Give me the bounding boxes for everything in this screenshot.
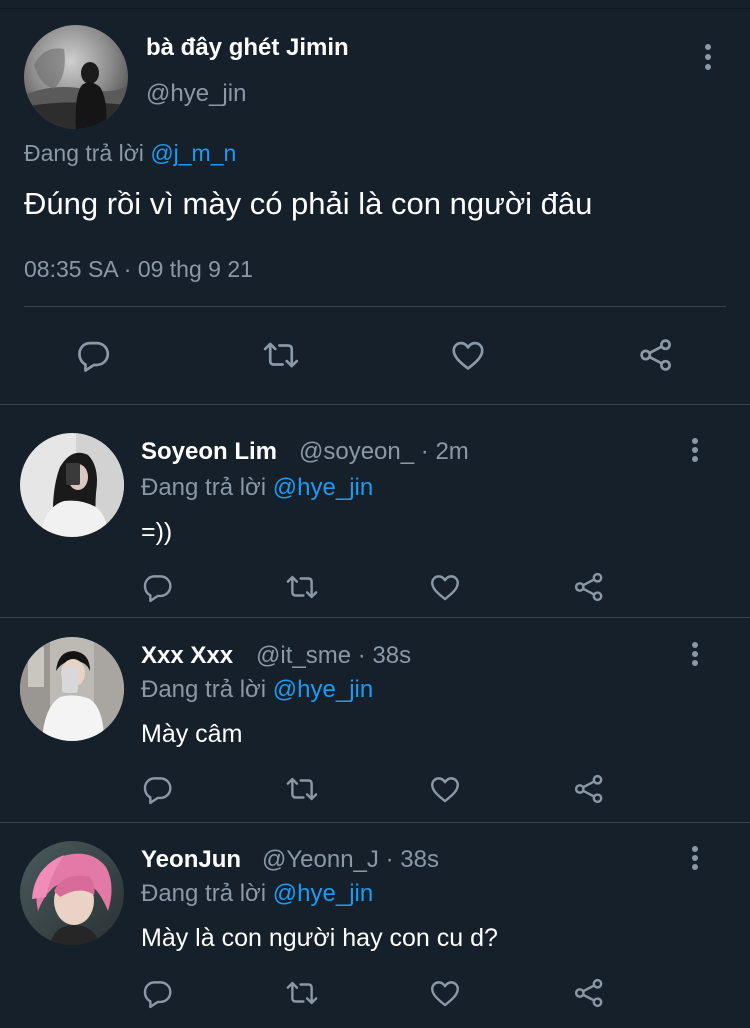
more-icon[interactable] <box>703 44 713 74</box>
tweet-time[interactable]: 38s <box>372 642 411 669</box>
user-handle[interactable]: @Yeonn_J <box>262 846 379 873</box>
display-name[interactable]: Soyeon Lim <box>141 438 277 466</box>
display-name[interactable]: YeonJun <box>141 846 241 874</box>
user-handle-line: @it_sme · 38s <box>256 642 411 670</box>
more-icon[interactable] <box>690 642 700 672</box>
meta-separator: · <box>420 438 429 465</box>
meta-separator: · <box>357 642 366 669</box>
reply-icon[interactable] <box>141 570 175 604</box>
retweet-icon[interactable] <box>285 772 319 806</box>
meta-separator: · <box>123 256 132 282</box>
mention-link[interactable]: @j_m_n <box>150 140 236 166</box>
avatar[interactable] <box>20 841 124 945</box>
tweet-timestamp[interactable]: 08:35 SA · 09 thg 9 21 <box>24 256 253 283</box>
meta-separator: · <box>385 846 394 873</box>
avatar[interactable] <box>20 433 124 537</box>
user-handle-line: @soyeon_ · 2m <box>299 438 469 466</box>
tweet-text: Mày là con người hay con cu d? <box>141 924 498 952</box>
user-handle[interactable]: @soyeon_ <box>299 438 414 465</box>
reply-icon[interactable] <box>75 336 113 374</box>
share-icon[interactable] <box>572 570 606 604</box>
user-handle-line: @Yeonn_J · 38s <box>262 846 439 874</box>
tweet-text: Đúng rồi vì mày có phải là con người đâu <box>24 186 593 221</box>
retweet-icon[interactable] <box>285 570 319 604</box>
tweet-text: =)) <box>141 518 173 546</box>
tweet-time[interactable]: 2m <box>435 438 468 465</box>
reply-tweet[interactable]: YeonJun @Yeonn_J · 38s Đang trả lời @hye… <box>0 823 750 1028</box>
replying-to: Đang trả lời @j_m_n <box>24 140 236 167</box>
mention-link[interactable]: @hye_jin <box>273 880 373 907</box>
replying-prefix: Đang trả lời <box>141 880 267 907</box>
share-icon[interactable] <box>572 976 606 1010</box>
reply-icon[interactable] <box>141 772 175 806</box>
tweet-date: 09 thg 9 21 <box>137 256 253 282</box>
user-handle[interactable]: @it_sme <box>256 642 351 669</box>
tweet-text: Mày câm <box>141 720 243 748</box>
reply-icon[interactable] <box>141 976 175 1010</box>
mention-link[interactable]: @hye_jin <box>273 474 373 501</box>
replying-to: Đang trả lời @hye_jin <box>141 676 373 704</box>
reply-tweet[interactable]: Xxx Xxx @it_sme · 38s Đang trả lời @hye_… <box>0 618 750 822</box>
like-icon[interactable] <box>428 570 462 604</box>
user-handle[interactable]: @hye_jin <box>146 80 246 108</box>
tweet-time: 08:35 SA <box>24 256 118 282</box>
replying-prefix: Đang trả lời <box>141 676 267 703</box>
main-tweet: bà đây ghét Jimin @hye_jin Đang trả lời … <box>0 0 750 404</box>
avatar[interactable] <box>24 25 128 129</box>
replying-to: Đang trả lời @hye_jin <box>141 474 373 502</box>
more-icon[interactable] <box>690 846 700 876</box>
tweet-time[interactable]: 38s <box>400 846 439 873</box>
replying-to: Đang trả lời @hye_jin <box>141 880 373 908</box>
mention-link[interactable]: @hye_jin <box>273 676 373 703</box>
like-icon[interactable] <box>428 976 462 1010</box>
like-icon[interactable] <box>449 336 487 374</box>
display-name[interactable]: bà đây ghét Jimin <box>146 34 349 62</box>
replying-prefix: Đang trả lời <box>141 474 267 501</box>
retweet-icon[interactable] <box>285 976 319 1010</box>
reply-tweet[interactable]: Soyeon Lim @soyeon_ · 2m Đang trả lời @h… <box>0 405 750 617</box>
display-name[interactable]: Xxx Xxx <box>141 642 233 670</box>
retweet-icon[interactable] <box>262 336 300 374</box>
top-divider <box>0 8 750 9</box>
replying-prefix: Đang trả lời <box>24 140 144 166</box>
avatar[interactable] <box>20 637 124 741</box>
like-icon[interactable] <box>428 772 462 806</box>
share-icon[interactable] <box>637 336 675 374</box>
meta-divider <box>24 306 726 307</box>
more-icon[interactable] <box>690 438 700 468</box>
share-icon[interactable] <box>572 772 606 806</box>
